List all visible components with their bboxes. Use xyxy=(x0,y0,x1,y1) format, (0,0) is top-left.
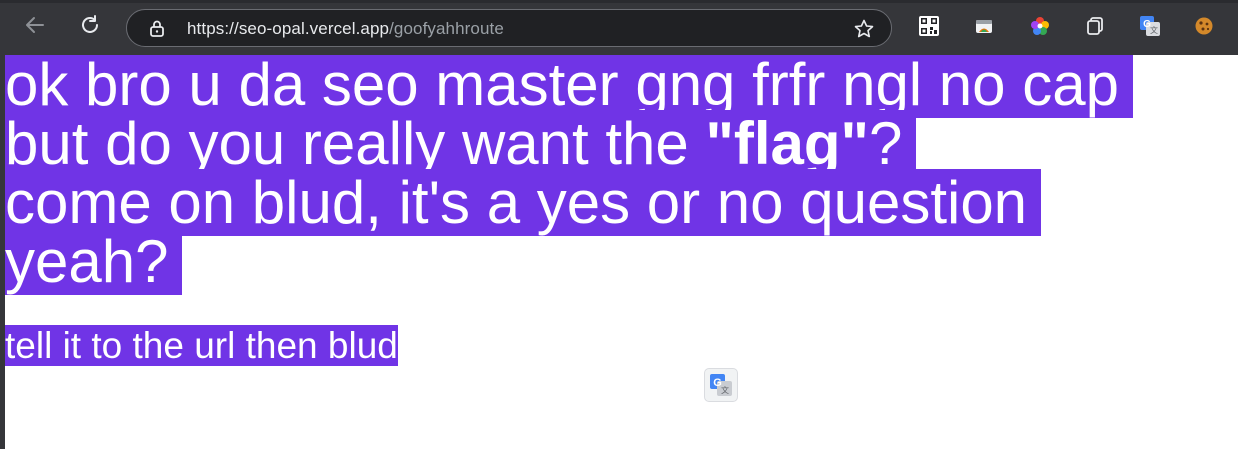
google-translate-icon[interactable]: G 文 xyxy=(1139,15,1161,37)
headline-line-3: come on blud, it's a yes or no question xyxy=(5,169,1133,236)
tab-strip xyxy=(0,0,1238,3)
translate-selection-button[interactable]: G 文 xyxy=(704,368,738,402)
headline-line-1: ok bro u da seo master gng frfr ngl no c… xyxy=(5,55,1133,118)
browser-toolbar: https://seo-opal.vercel.app/goofyahhrout… xyxy=(0,0,1238,55)
url-path: /goofyahhroute xyxy=(389,19,504,38)
url-text[interactable]: https://seo-opal.vercel.app/goofyahhrout… xyxy=(187,19,504,39)
site-info-icon[interactable] xyxy=(148,19,166,37)
headline-text-2a: but do you really want the xyxy=(5,110,706,177)
page-content: ok bro u da seo master gng frfr ngl no c… xyxy=(5,55,1238,449)
subline: tell it to the url then blud xyxy=(5,323,398,368)
headline-text-2b: ? xyxy=(869,110,903,177)
copy-icon[interactable] xyxy=(1084,15,1106,37)
color-wheel-icon[interactable] xyxy=(1029,15,1051,37)
url-host: https://seo-opal.vercel.app xyxy=(187,19,390,38)
headline-line-2: but do you really want the "flag"? xyxy=(5,110,1133,177)
qr-code-icon[interactable] xyxy=(918,15,940,37)
address-bar[interactable]: https://seo-opal.vercel.app/goofyahhrout… xyxy=(126,9,892,47)
headline-text-3: come on blud, it's a yes or no question xyxy=(5,169,1042,236)
headline: ok bro u da seo master gng frfr ngl no c… xyxy=(5,55,1133,295)
back-button[interactable] xyxy=(20,10,50,40)
flag-bold-text: "flag" xyxy=(705,110,870,177)
headline-text-1: ok bro u da seo master gng frfr ngl no c… xyxy=(5,55,1133,118)
google-translate-icon: G 文 xyxy=(710,374,732,396)
headline-text-2: but do you really want the "flag"? xyxy=(5,110,917,177)
reload-button[interactable] xyxy=(75,10,105,40)
bookmark-star-icon[interactable] xyxy=(853,18,875,40)
reload-icon xyxy=(82,15,98,33)
window-icon[interactable] xyxy=(973,15,995,37)
cookie-icon[interactable] xyxy=(1193,15,1215,37)
svg-text:文: 文 xyxy=(1150,25,1158,35)
svg-text:文: 文 xyxy=(721,385,729,395)
headline-text-4: yeah? xyxy=(5,228,183,295)
back-arrow-icon xyxy=(26,17,44,33)
subline-text: tell it to the url then blud xyxy=(5,325,398,366)
headline-line-4: yeah? xyxy=(5,228,1133,295)
